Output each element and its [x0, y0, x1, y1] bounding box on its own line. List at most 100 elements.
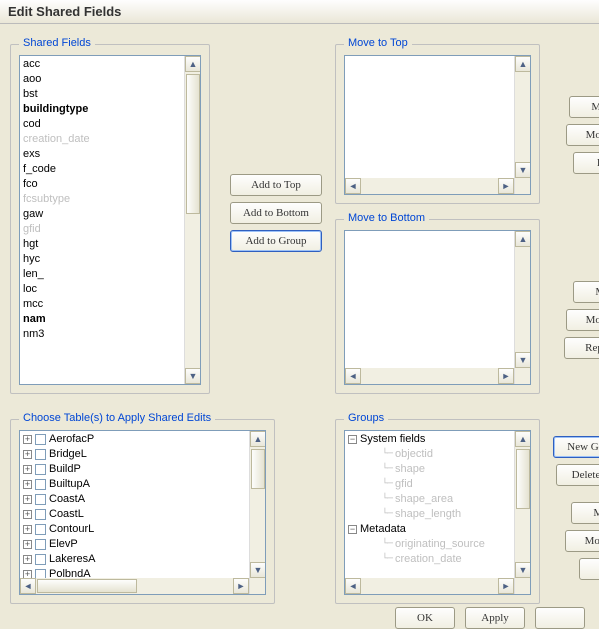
groups-tree[interactable]: −System fields└─ objectid└─ shape└─ gfid…	[344, 430, 531, 595]
scroll-thumb[interactable]	[251, 449, 265, 489]
add-to-bottom-button[interactable]: Add to Bottom	[230, 202, 322, 224]
move-bottom-button-1[interactable]: Mo	[573, 281, 599, 303]
shared-field-item[interactable]: nam	[23, 312, 181, 327]
table-checkbox[interactable]	[35, 479, 46, 490]
scroll-right-icon[interactable]: ►	[498, 178, 514, 194]
new-group-button[interactable]: New G	[553, 436, 599, 458]
expand-icon[interactable]: +	[23, 510, 32, 519]
scroll-down-icon[interactable]: ▼	[185, 368, 201, 384]
collapse-icon[interactable]: −	[348, 435, 357, 444]
scroll-thumb[interactable]	[186, 74, 200, 214]
groups-button-5[interactable]: R	[579, 558, 599, 580]
shared-field-item[interactable]: len_	[23, 267, 181, 282]
expand-icon[interactable]: +	[23, 465, 32, 474]
shared-field-item[interactable]: acc	[23, 57, 181, 72]
scroll-down-icon[interactable]: ▼	[250, 562, 266, 578]
table-row[interactable]: +BuiltupA	[23, 477, 246, 492]
table-row[interactable]: +BridgeL	[23, 447, 246, 462]
groups-vscroll[interactable]: ▲ ▼	[514, 431, 530, 594]
tables-vscroll[interactable]: ▲ ▼	[249, 431, 265, 594]
group-child[interactable]: └─ shape	[348, 462, 511, 477]
table-checkbox[interactable]	[35, 464, 46, 475]
move-top-button-3[interactable]: Re	[573, 152, 599, 174]
move-top-button-2[interactable]: Mov	[566, 124, 599, 146]
expand-icon[interactable]: +	[23, 525, 32, 534]
scroll-up-icon[interactable]: ▲	[515, 431, 531, 447]
group-child[interactable]: └─ objectid	[348, 447, 511, 462]
table-row[interactable]: +LakeresA	[23, 552, 246, 567]
scroll-down-icon[interactable]: ▼	[515, 352, 531, 368]
scroll-up-icon[interactable]: ▲	[515, 56, 531, 72]
table-row[interactable]: +CoastL	[23, 507, 246, 522]
group-child[interactable]: └─ creation_date	[348, 552, 511, 567]
shared-field-item[interactable]: gfid	[23, 222, 181, 237]
scroll-left-icon[interactable]: ◄	[345, 178, 361, 194]
tables-listbox[interactable]: +AerofacP+BridgeL+BuildP+BuiltupA+CoastA…	[19, 430, 266, 595]
expand-icon[interactable]: +	[23, 450, 32, 459]
scroll-down-icon[interactable]: ▼	[515, 562, 531, 578]
shared-field-item[interactable]: cod	[23, 117, 181, 132]
groups-hscroll[interactable]: ◄ ►	[345, 578, 514, 594]
move-top-button-1[interactable]: Mo	[569, 96, 599, 118]
shared-field-item[interactable]: f_code	[23, 162, 181, 177]
groups-button-3[interactable]: Mo	[571, 502, 599, 524]
add-to-group-button[interactable]: Add to Group	[230, 230, 322, 252]
table-row[interactable]: +ContourL	[23, 522, 246, 537]
expand-icon[interactable]: +	[23, 555, 32, 564]
move-bottom-vscroll[interactable]: ▲ ▼	[514, 231, 530, 384]
scroll-thumb-h[interactable]	[37, 579, 137, 593]
groups-button-4[interactable]: Mov	[565, 530, 599, 552]
table-checkbox[interactable]	[35, 509, 46, 520]
scroll-left-icon[interactable]: ◄	[345, 578, 361, 594]
scroll-left-icon[interactable]: ◄	[20, 578, 36, 594]
shared-field-item[interactable]: fcsubtype	[23, 192, 181, 207]
scroll-up-icon[interactable]: ▲	[185, 56, 201, 72]
table-row[interactable]: +BuildP	[23, 462, 246, 477]
scroll-thumb[interactable]	[516, 449, 530, 509]
move-to-bottom-listbox[interactable]: ▲ ▼ ◄ ►	[344, 230, 531, 385]
scroll-up-icon[interactable]: ▲	[515, 231, 531, 247]
table-checkbox[interactable]	[35, 539, 46, 550]
shared-field-item[interactable]: nm3	[23, 327, 181, 342]
shared-fields-scrollbar[interactable]: ▲ ▼	[184, 56, 200, 384]
table-row[interactable]: +AerofacP	[23, 432, 246, 447]
table-checkbox[interactable]	[35, 554, 46, 565]
group-child[interactable]: └─ gfid	[348, 477, 511, 492]
shared-field-item[interactable]: gaw	[23, 207, 181, 222]
scroll-left-icon[interactable]: ◄	[345, 368, 361, 384]
table-checkbox[interactable]	[35, 449, 46, 460]
shared-field-item[interactable]: exs	[23, 147, 181, 162]
shared-field-item[interactable]: loc	[23, 282, 181, 297]
move-bottom-hscroll[interactable]: ◄ ►	[345, 368, 514, 384]
table-checkbox[interactable]	[35, 524, 46, 535]
shared-field-item[interactable]: buildingtype	[23, 102, 181, 117]
ok-button[interactable]: OK	[395, 607, 455, 629]
expand-icon[interactable]: +	[23, 435, 32, 444]
scroll-down-icon[interactable]: ▼	[515, 162, 531, 178]
shared-field-item[interactable]: hyc	[23, 252, 181, 267]
delete-group-button[interactable]: Delete	[556, 464, 599, 486]
shared-field-item[interactable]: fco	[23, 177, 181, 192]
move-bottom-button-2[interactable]: Mov	[566, 309, 599, 331]
tables-hscroll[interactable]: ◄ ►	[20, 578, 249, 594]
shared-field-item[interactable]: bst	[23, 87, 181, 102]
collapse-icon[interactable]: −	[348, 525, 357, 534]
group-node[interactable]: −Metadata	[348, 522, 511, 537]
cancel-button[interactable]	[535, 607, 585, 629]
table-row[interactable]: +CoastA	[23, 492, 246, 507]
shared-field-item[interactable]: hgt	[23, 237, 181, 252]
scroll-up-icon[interactable]: ▲	[250, 431, 266, 447]
group-child[interactable]: └─ shape_length	[348, 507, 511, 522]
expand-icon[interactable]: +	[23, 480, 32, 489]
scroll-right-icon[interactable]: ►	[498, 578, 514, 594]
move-top-vscroll[interactable]: ▲ ▼	[514, 56, 530, 194]
table-checkbox[interactable]	[35, 494, 46, 505]
shared-field-item[interactable]: aoo	[23, 72, 181, 87]
move-to-top-listbox[interactable]: ▲ ▼ ◄ ►	[344, 55, 531, 195]
expand-icon[interactable]: +	[23, 540, 32, 549]
group-child[interactable]: └─ shape_area	[348, 492, 511, 507]
scroll-right-icon[interactable]: ►	[498, 368, 514, 384]
group-child[interactable]: └─ originating_source	[348, 537, 511, 552]
scroll-right-icon[interactable]: ►	[233, 578, 249, 594]
expand-icon[interactable]: +	[23, 495, 32, 504]
